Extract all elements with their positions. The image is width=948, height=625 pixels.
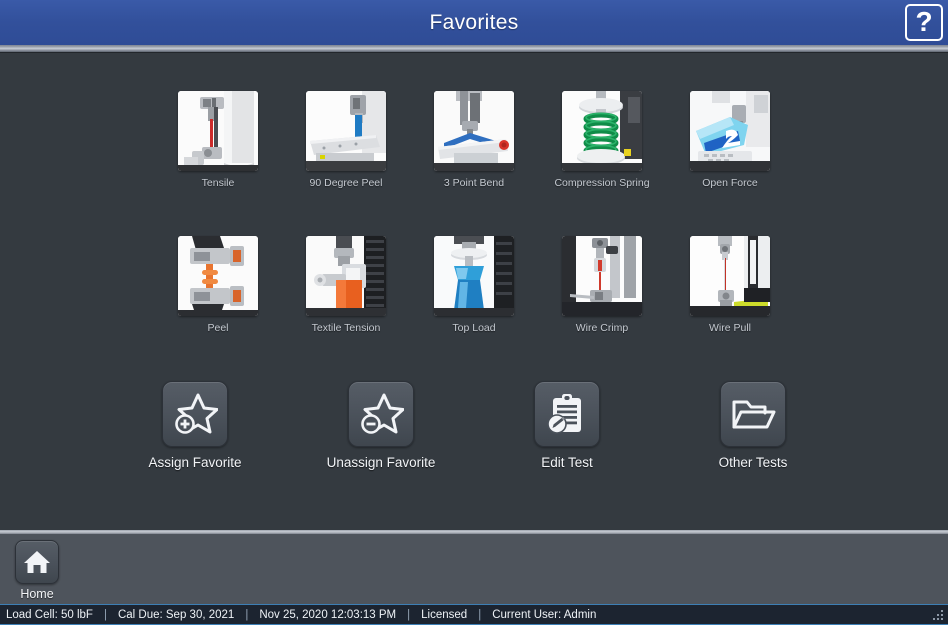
peel-test-photo [178,236,258,316]
favorites-content: Tensile [0,53,948,530]
open-folder-icon [730,391,776,437]
favorites-row-2: Peel [0,236,948,334]
status-current-user: Current User: Admin [492,609,596,621]
clipboard-pencil-icon [544,391,590,437]
edit-test-icon-tile [534,381,600,447]
favorite-tile-3-point-bend[interactable]: 3 Point Bend [432,91,516,189]
title-bar: Favorites ? [0,0,948,45]
footer-toolbar: Home [0,534,948,604]
favorite-label: Open Force [702,177,757,189]
favorite-label: Wire Pull [709,322,751,334]
other-tests-button[interactable]: Other Tests [693,381,813,470]
favorite-label: Textile Tension [312,322,381,334]
assign-favorite-button[interactable]: Assign Favorite [135,381,255,470]
status-separator: | [396,609,421,621]
favorite-tile-wire-pull[interactable]: Wire Pull [688,236,772,334]
status-load-cell: Load Cell: 50 lbF [6,609,93,621]
favorite-tile-compression-spring[interactable]: Compression Spring [560,91,644,189]
top-load-test-photo [434,236,514,316]
compression-spring-test-photo [562,91,642,171]
question-mark-icon: ? [915,8,932,36]
favorite-label: Peel [207,322,228,334]
favorite-tile-90-degree-peel[interactable]: 90 Degree Peel [304,91,388,189]
status-separator: | [467,609,492,621]
favorites-actions-row: Assign Favorite Unassign Favorite [0,381,948,470]
open-force-test-photo [690,91,770,171]
favorite-label: Wire Crimp [576,322,629,334]
other-tests-icon-tile [720,381,786,447]
status-datetime: Nov 25, 2020 12:03:13 PM [259,609,396,621]
favorite-label: Compression Spring [554,177,649,189]
tensile-test-photo [178,91,258,171]
action-label: Assign Favorite [148,455,241,470]
action-label: Unassign Favorite [327,455,436,470]
home-icon-tile [15,540,59,584]
favorite-tile-top-load[interactable]: Top Load [432,236,516,334]
home-label: Home [20,587,53,601]
action-label: Edit Test [541,455,593,470]
help-button[interactable]: ? [905,4,943,41]
ninety-degree-peel-test-photo [306,91,386,171]
textile-tension-test-photo [306,236,386,316]
home-button[interactable]: Home [8,540,66,601]
star-minus-icon [358,391,404,437]
favorite-label: Top Load [452,322,495,334]
favorites-screen: Favorites ? [0,0,948,625]
status-license: Licensed [421,609,467,621]
status-cal-due: Cal Due: Sep 30, 2021 [118,609,234,621]
status-bar: Load Cell: 50 lbF | Cal Due: Sep 30, 202… [0,604,948,625]
status-separator: | [234,609,259,621]
three-point-bend-test-photo [434,91,514,171]
favorite-tile-textile-tension[interactable]: Textile Tension [304,236,388,334]
unassign-favorite-button[interactable]: Unassign Favorite [321,381,441,470]
favorite-tile-wire-crimp[interactable]: Wire Crimp [560,236,644,334]
home-icon [22,547,52,577]
wire-pull-test-photo [690,236,770,316]
favorite-tile-tensile[interactable]: Tensile [176,91,260,189]
status-separator: | [93,609,118,621]
page-title: Favorites [429,11,518,35]
star-plus-icon [172,391,218,437]
favorite-label: 3 Point Bend [444,177,504,189]
favorite-label: Tensile [202,177,235,189]
header-bevel-divider [0,45,948,53]
unassign-favorite-icon-tile [348,381,414,447]
favorite-tile-open-force[interactable]: Open Force [688,91,772,189]
action-label: Other Tests [719,455,788,470]
favorite-label: 90 Degree Peel [310,177,383,189]
wire-crimp-test-photo [562,236,642,316]
edit-test-button[interactable]: Edit Test [507,381,627,470]
favorites-row-1: Tensile [0,91,948,189]
resize-grip-icon[interactable] [932,609,945,622]
favorite-tile-peel[interactable]: Peel [176,236,260,334]
assign-favorite-icon-tile [162,381,228,447]
